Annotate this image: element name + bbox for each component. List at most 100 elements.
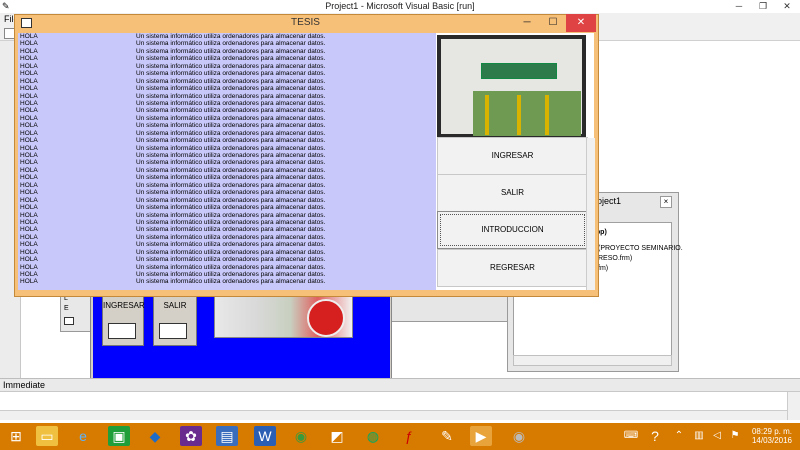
chrome-2-icon[interactable]: ◉ (508, 426, 530, 446)
list-item[interactable]: HOLA Un sistema informático utiliza orden… (18, 204, 436, 211)
notes-icon[interactable]: ◩ (326, 426, 348, 446)
flash-icon[interactable]: ƒ (398, 426, 420, 446)
list-item[interactable]: HOLA Un sistema informático utiliza orden… (18, 167, 436, 174)
list-item-text: Un sistema informático utiliza ordenador… (136, 70, 326, 78)
list-item[interactable]: HOLA Un sistema informático utiliza orden… (18, 278, 436, 285)
design-textbox-2[interactable] (159, 323, 187, 339)
list-item[interactable]: HOLA Un sistema informático utiliza orden… (18, 63, 436, 70)
list-item[interactable]: HOLA Un sistema informático utiliza orden… (18, 234, 436, 241)
tesis-maximize-icon[interactable]: ☐ (540, 14, 566, 32)
help-icon[interactable]: ? (644, 426, 666, 446)
list-item-text: Un sistema informático utiliza ordenador… (136, 107, 326, 115)
list-item[interactable]: HOLA Un sistema informático utiliza orden… (18, 174, 436, 181)
tesis-title: TESIS (291, 17, 320, 28)
keyboard-icon[interactable]: ⌨ (620, 426, 642, 446)
list-item-text: Un sistema informático utiliza ordenador… (136, 248, 326, 256)
list-item-key: HOLA (20, 55, 38, 63)
list-item[interactable]: HOLA Un sistema informático utiliza orden… (18, 212, 436, 219)
word-icon[interactable]: W (254, 426, 276, 446)
list-item-key: HOLA (20, 40, 38, 48)
ingresar-button[interactable]: INGRESAR (437, 137, 588, 175)
remote-desktop-icon[interactable]: ▤ (216, 426, 238, 446)
list-item[interactable]: HOLA Un sistema informático utiliza orden… (18, 145, 436, 152)
tree-item[interactable]: fm) (598, 265, 608, 272)
list-item-key: HOLA (20, 152, 38, 159)
tray-arrow-icon[interactable]: ⌃ (668, 426, 690, 446)
list-item[interactable]: HOLA Un sistema informático utiliza orden… (18, 48, 436, 55)
list-item-key: HOLA (20, 196, 38, 204)
minimize-icon[interactable]: ─ (728, 0, 750, 12)
list-item[interactable]: HOLA Un sistema informático utiliza orden… (18, 182, 436, 189)
close-icon[interactable]: ✕ (776, 0, 798, 12)
list-item[interactable]: HOLA Un sistema informático utiliza orden… (18, 226, 436, 233)
tree-item[interactable]: (PROYECTO SEMINARIO. (598, 245, 683, 252)
tesis-minimize-icon[interactable]: ─ (514, 14, 540, 32)
list-item[interactable]: HOLA Un sistema informático utiliza orden… (18, 159, 436, 166)
windows-start-icon[interactable]: ⊞ (5, 426, 27, 446)
introduccion-button[interactable]: INTRODUCCION (437, 211, 588, 249)
regresar-button[interactable]: REGRESAR (437, 249, 588, 287)
chrome-icon[interactable]: ◉ (290, 426, 312, 446)
taskbar: ⊞ ▭ e ▣ ◆ ✿ ▤ W ◉ ◩ ◍ ƒ ✎ ▶ ◉ ⌨ ? ⌃ ▥ ◁ … (0, 423, 800, 450)
list-item-text: Un sistema informático utiliza ordenador… (136, 62, 326, 70)
tesis-close-icon[interactable]: ✕ (566, 14, 596, 32)
list-item-key: HOLA (20, 248, 38, 256)
tree-item[interactable]: RESO.frm) (598, 255, 632, 262)
list-item[interactable]: HOLA Un sistema informático utiliza orden… (18, 152, 436, 159)
design-textbox[interactable] (108, 323, 136, 339)
file-explorer-icon[interactable]: ▭ (36, 426, 58, 446)
tesis-vscrollbar[interactable] (586, 138, 595, 290)
project-hscrollbar[interactable] (513, 355, 672, 366)
design-salir-button[interactable]: SALIR (153, 290, 197, 346)
immediate-vscrollbar[interactable] (787, 392, 800, 420)
project-close-icon[interactable]: × (660, 196, 672, 208)
list-item[interactable]: HOLA Un sistema informático utiliza orden… (18, 93, 436, 100)
store-icon[interactable]: ▣ (108, 426, 130, 446)
list-item-text: Un sistema informático utiliza ordenador… (136, 122, 326, 130)
list-item-key: HOLA (20, 92, 38, 100)
list-item[interactable]: HOLA Un sistema informático utiliza orden… (18, 107, 436, 114)
list-item[interactable]: HOLA Un sistema informático utiliza orden… (18, 256, 436, 263)
list-item-text: Un sistema informático utiliza ordenador… (136, 233, 326, 241)
dreamweaver-icon[interactable]: ◍ (362, 426, 384, 446)
list-item-text: Un sistema informático utiliza ordenador… (136, 218, 326, 226)
list-item[interactable]: HOLA Un sistema informático utiliza orden… (18, 241, 436, 248)
list-item[interactable]: HOLA Un sistema informático utiliza orden… (18, 137, 436, 144)
vb-icon[interactable]: ✎ (436, 426, 458, 446)
list-item[interactable]: HOLA Un sistema informático utiliza orden… (18, 189, 436, 196)
list-item[interactable]: HOLA Un sistema informático utiliza orden… (18, 33, 436, 40)
list-item[interactable]: HOLA Un sistema informático utiliza orden… (18, 130, 436, 137)
list-item-text: Un sistema informático utiliza ordenador… (136, 211, 326, 219)
list-item[interactable]: HOLA Un sistema informático utiliza orden… (18, 85, 436, 92)
design-ingresar-button[interactable]: INGRESAR (102, 290, 145, 346)
list-item[interactable]: HOLA Un sistema informático utiliza orden… (18, 249, 436, 256)
list-item[interactable]: HOLA Un sistema informático utiliza orden… (18, 115, 436, 122)
app-icon[interactable]: ✿ (180, 426, 202, 446)
vb-run-icon[interactable]: ▶ (470, 426, 492, 446)
dropbox-icon[interactable]: ◆ (144, 426, 166, 446)
list-item-text: Un sistema informático utiliza ordenador… (136, 144, 326, 152)
clock-date: 14/03/2016 (751, 436, 793, 445)
list-item[interactable]: HOLA Un sistema informático utiliza orden… (18, 100, 436, 107)
restore-icon[interactable]: ❐ (752, 0, 774, 12)
list-item-key: HOLA (20, 218, 38, 226)
list-item[interactable]: HOLA Un sistema informático utiliza orden… (18, 197, 436, 204)
internet-explorer-icon[interactable]: e (72, 426, 94, 446)
slot-image (545, 95, 549, 135)
flag-icon[interactable]: ⚑ (724, 426, 746, 446)
list-item[interactable]: HOLA Un sistema informático utiliza orden… (18, 122, 436, 129)
list-item[interactable]: HOLA Un sistema informático utiliza orden… (18, 78, 436, 85)
list-item[interactable]: HOLA Un sistema informático utiliza orden… (18, 271, 436, 278)
list-item[interactable]: HOLA Un sistema informático utiliza orden… (18, 70, 436, 77)
immediate-hscrollbar[interactable] (0, 410, 787, 420)
list-item-key: HOLA (20, 99, 38, 107)
list-item[interactable]: HOLA Un sistema informático utiliza orden… (18, 55, 436, 62)
list-item[interactable]: HOLA Un sistema informático utiliza orden… (18, 264, 436, 271)
list-box[interactable]: HOLA Un sistema informático utiliza orden… (18, 33, 436, 290)
list-item[interactable]: HOLA Un sistema informático utiliza orden… (18, 40, 436, 47)
salir-button[interactable]: SALIR (437, 174, 588, 212)
tray-clock[interactable]: 08:29 p. m. 14/03/2016 (744, 427, 800, 445)
list-item[interactable]: HOLA Un sistema informático utiliza orden… (18, 219, 436, 226)
list-item-key: HOLA (20, 189, 38, 197)
list-item-text: Un sistema informático utiliza ordenador… (136, 166, 326, 174)
